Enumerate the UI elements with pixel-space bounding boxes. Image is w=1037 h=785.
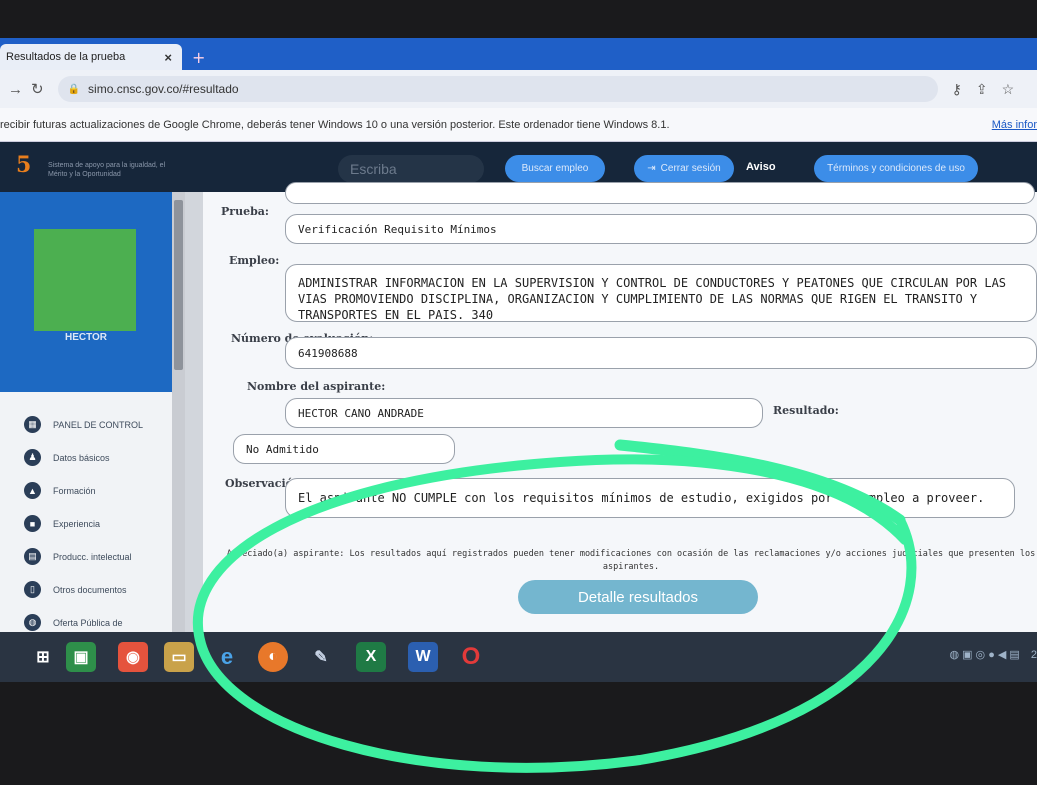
logout-icon: ⇥ [647, 163, 656, 174]
share-icon[interactable]: ⇪ [976, 81, 988, 98]
nombre-aspirante-field: HECTOR CANO ANDRADE [285, 398, 763, 428]
prueba-field: Verificación Requisito Mínimos [285, 214, 1037, 244]
firefox-icon[interactable]: ◐ [258, 642, 288, 672]
profile-panel: HECTOR [0, 192, 172, 392]
sidebar-scroll-thumb[interactable] [174, 200, 183, 370]
sidebar-item-otros[interactable]: ▯ Otros documentos [24, 573, 143, 606]
browser-tab-strip: Resultados de la prueba × + [0, 38, 1037, 70]
sidebar-scrollbar[interactable] [172, 192, 185, 632]
store-icon[interactable]: ▣ [66, 642, 96, 672]
main-scrollbar[interactable] [185, 192, 203, 632]
tab-resultados[interactable]: Resultados de la prueba × [0, 44, 182, 70]
aviso-link[interactable]: Aviso [746, 161, 776, 173]
word-icon[interactable]: W [408, 642, 438, 672]
key-icon[interactable]: ⚷ [952, 81, 962, 98]
excel-icon[interactable]: X [356, 642, 386, 672]
lock-icon: 🔒 [67, 83, 81, 95]
globe-icon: ◍ [24, 614, 41, 631]
sidebar-item-label: Formación [53, 485, 96, 496]
terminos-button[interactable]: Términos y condiciones de uso [814, 155, 978, 182]
cerrar-sesion-button[interactable]: ⇥ Cerrar sesión [634, 155, 734, 182]
resultado-label: Resultado: [773, 404, 839, 417]
reload-icon[interactable]: ↻ [31, 80, 44, 98]
windows-start-icon[interactable]: ⊞ [28, 642, 58, 672]
observacion-field: El aspirante NO CUMPLE con los requisito… [285, 478, 1015, 518]
cerrar-sesion-label: Cerrar sesión [660, 163, 721, 174]
chrome-icon[interactable]: ◉ [118, 642, 148, 672]
book-icon: ▤ [24, 548, 41, 565]
user-name: HECTOR [64, 332, 108, 343]
infobar-text: recibir futuras actualizaciones de Googl… [0, 118, 670, 131]
url-field[interactable]: 🔒 simo.cnsc.gov.co/#resultado [57, 76, 938, 102]
logo-tagline: Sistema de apoyo para la igualdad, el Mé… [48, 162, 166, 178]
ie-icon[interactable]: e [212, 642, 242, 672]
resultado-field: No Admitido [233, 434, 455, 464]
chrome-update-infobar: recibir futuras actualizaciones de Googl… [0, 108, 1037, 142]
nombre-aspirante-label: Nombre del aspirante: [247, 380, 386, 393]
url-text: simo.cnsc.gov.co/#resultado [88, 82, 239, 96]
sidebar-item-label: Otros documentos [53, 584, 127, 595]
empleo-field: ADMINISTRAR INFORMACION EN LA SUPERVISIO… [285, 264, 1037, 322]
sidebar-item-formacion[interactable]: ▲ Formación [24, 474, 143, 507]
users-icon: ♟ [24, 449, 41, 466]
close-tab-icon[interactable]: × [164, 50, 172, 65]
grid-icon: ▦ [24, 416, 41, 433]
numero-evaluacion-field: 641908688 [285, 337, 1037, 369]
graduation-cap-icon: ▲ [24, 482, 41, 499]
avatar [34, 229, 136, 331]
address-bar: → ↻ 🔒 simo.cnsc.gov.co/#resultado ⚷ ⇪ ☆ [0, 70, 1037, 108]
system-tray[interactable]: ◍ ▣ ◎ ● ◀ ▤ 2 [949, 648, 1037, 661]
bookmark-star-icon[interactable]: ☆ [1002, 81, 1015, 98]
aspirant-notice: Apreciado(a) aspirante: Los resultados a… [226, 549, 1036, 572]
buscar-empleo-button[interactable]: Buscar empleo [505, 155, 605, 182]
infobar-more-link[interactable]: Más infor [992, 119, 1037, 131]
result-panel: Prueba: Verificación Requisito Mínimos E… [185, 182, 1037, 632]
sidebar-item-panel[interactable]: ▦ PANEL DE CONTROL [24, 408, 143, 441]
resultado-value: No Admitido [246, 442, 319, 456]
tray-icons: ◍ ▣ ◎ ● ◀ ▤ [949, 649, 1020, 661]
prueba-value: Verificación Requisito Mínimos [298, 222, 497, 236]
sidebar-item-datos[interactable]: ♟ Datos básicos [24, 441, 143, 474]
tray-clock: 2 [1030, 649, 1037, 661]
nombre-aspirante-value: HECTOR CANO ANDRADE [298, 406, 424, 420]
sidebar-item-experiencia[interactable]: ■ Experiencia [24, 507, 143, 540]
sidebar-item-label: Producc. intelectual [53, 551, 132, 562]
windows-taskbar: ⊞ ▣ ◉ ▭ e ◐ ✎ X W O ◍ ▣ ◎ ● ◀ ▤ 2 [0, 632, 1037, 682]
simo-logo[interactable]: 5 [16, 152, 31, 178]
sidebar-menu: ▦ PANEL DE CONTROL ♟ Datos básicos ▲ For… [24, 408, 143, 639]
tab-title: Resultados de la prueba [6, 51, 126, 63]
sidebar-item-label: Datos básicos [53, 452, 110, 463]
folder-icon[interactable]: ▭ [164, 642, 194, 672]
sidebar-item-produccion[interactable]: ▤ Producc. intelectual [24, 540, 143, 573]
sidebar: HECTOR ▦ PANEL DE CONTROL ♟ Datos básico… [0, 192, 185, 632]
empleo-value: ADMINISTRAR INFORMACION EN LA SUPERVISIO… [298, 276, 1007, 322]
prueba-label: Prueba: [221, 205, 269, 218]
detalle-resultados-button[interactable]: Detalle resultados [518, 580, 758, 614]
sidebar-item-label: Experiencia [53, 518, 101, 529]
previous-field-box [285, 182, 1035, 204]
document-icon: ▯ [24, 581, 41, 598]
forward-icon[interactable]: → [8, 81, 23, 98]
numero-evaluacion-value: 641908688 [298, 346, 358, 360]
paint-icon[interactable]: ✎ [306, 642, 336, 672]
empleo-label: Empleo: [229, 254, 280, 267]
search-input[interactable]: Escriba [338, 155, 484, 183]
new-tab-icon[interactable]: + [192, 48, 205, 67]
observacion-value: El aspirante NO CUMPLE con los requisito… [298, 491, 985, 505]
sidebar-item-label: Oferta Pública de [53, 617, 123, 628]
opera-icon[interactable]: O [456, 642, 486, 672]
sidebar-item-label: PANEL DE CONTROL [53, 419, 144, 430]
briefcase-icon: ■ [24, 515, 41, 532]
